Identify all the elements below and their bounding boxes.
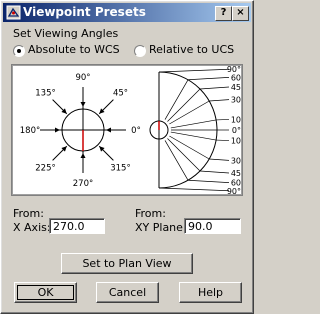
elevation-label: 90° — [227, 187, 241, 196]
elevation-label: 30 — [231, 156, 241, 165]
absolute-wcs-label[interactable]: Absolute to WCS — [28, 43, 120, 56]
cancel-button[interactable]: Cancel — [96, 282, 159, 303]
close-button[interactable]: × — [232, 6, 249, 21]
compass-label: 180° — [20, 126, 40, 136]
set-plan-view-button[interactable]: Set to Plan View — [61, 253, 193, 274]
compass-label: 135° — [35, 89, 55, 99]
viewpoint-presets-dialog: Viewpoint Presets ? × Set Viewing Angles… — [0, 0, 254, 314]
elevation-label: 45 — [231, 83, 241, 92]
absolute-wcs-radio[interactable] — [13, 45, 25, 57]
x-axis-input[interactable]: 270.0 — [49, 218, 105, 234]
elevation-label: 10 — [231, 137, 241, 146]
from-x-title: From: — [13, 207, 44, 220]
elevation-label: 60 — [231, 73, 241, 82]
x-axis-label: X Axis: — [13, 221, 51, 234]
compass-label: 0° — [131, 126, 141, 136]
relative-ucs-label[interactable]: Relative to UCS — [149, 43, 234, 56]
window-title: Viewpoint Presets — [23, 5, 146, 19]
title-bar: Viewpoint Presets ? × — [3, 3, 251, 22]
compass-label: 45° — [113, 89, 128, 99]
xy-plane-input[interactable]: 90.0 — [184, 218, 241, 234]
viewing-angles-label: Set Viewing Angles — [13, 27, 119, 40]
compass-label: 315° — [110, 163, 130, 173]
compass-label: 90° — [75, 73, 90, 83]
elevation-label: 45 — [231, 169, 241, 178]
compass-label: 225° — [35, 163, 55, 173]
relative-ucs-radio[interactable] — [134, 45, 146, 57]
elevation-label: 0° — [232, 126, 241, 135]
xy-plane-label: XY Plane: — [135, 221, 187, 234]
elevation-label: 10 — [231, 115, 241, 124]
app-icon — [6, 5, 21, 20]
title-help-button[interactable]: ? — [215, 6, 232, 21]
from-xy-title: From: — [135, 207, 166, 220]
elevation-label: 30 — [231, 96, 241, 105]
viewpoint-graphic[interactable]: 90°45°0°315°270°225°180°135° 90°60453010… — [11, 64, 243, 196]
compass-label: 270° — [73, 179, 93, 189]
ok-button[interactable]: OK — [14, 282, 77, 303]
help-button[interactable]: Help — [179, 282, 242, 303]
